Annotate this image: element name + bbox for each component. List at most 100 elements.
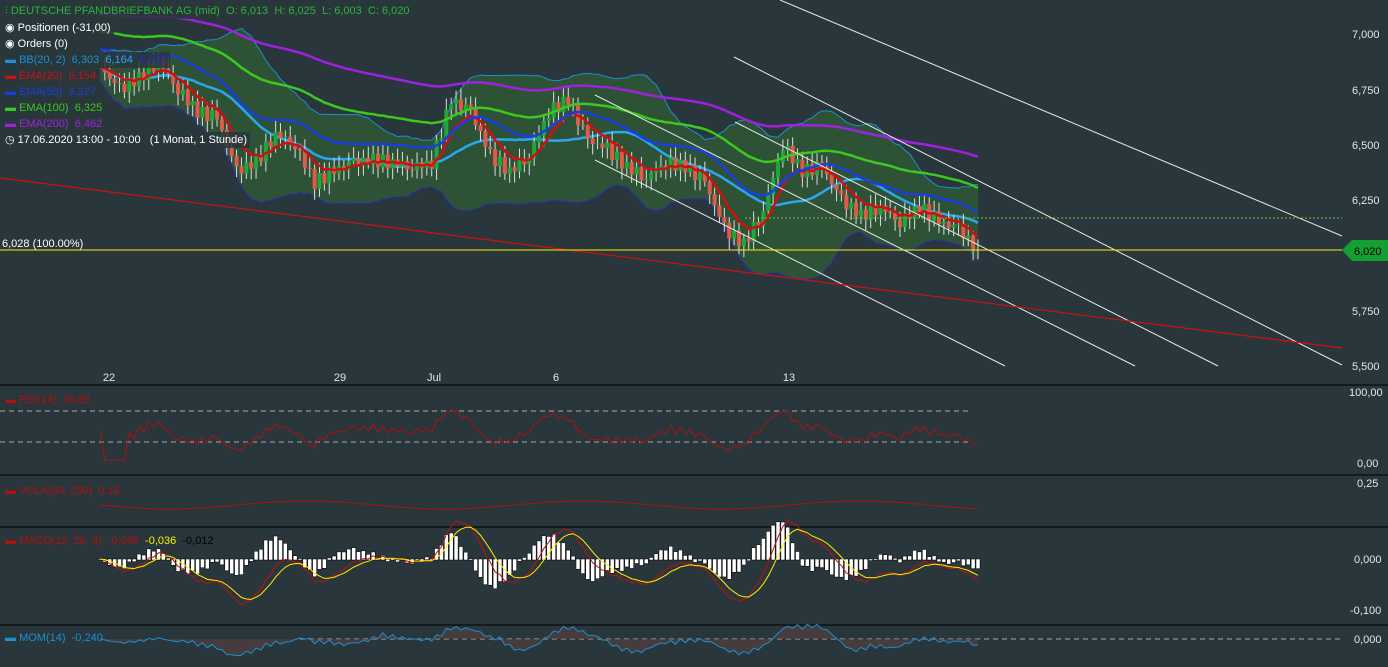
orders-toggle[interactable]: ◉ Orders (0) bbox=[2, 36, 71, 52]
macd-histogram-bar bbox=[761, 538, 766, 561]
candle-body bbox=[615, 151, 620, 160]
macd-histogram-bar bbox=[209, 558, 215, 563]
macd-signal-value: -0,036 bbox=[145, 535, 177, 547]
ema20-value: 6,154 bbox=[68, 70, 97, 82]
open-value: O: 6,013 bbox=[225, 5, 269, 17]
candle-body bbox=[941, 221, 946, 224]
macd-histogram-bar bbox=[653, 553, 659, 561]
x-tick: Jul bbox=[427, 372, 441, 384]
candle-body bbox=[580, 125, 585, 127]
rsi-value: 36,85 bbox=[63, 394, 91, 406]
candle-body bbox=[595, 143, 600, 145]
chart-canvas[interactable]: 6,020 7,000 6,750 6,500 6,250 5,750 5,50… bbox=[0, 0, 1388, 667]
candle-body bbox=[717, 205, 722, 217]
positions-toggle[interactable]: ◉ Positionen (-31,00) bbox=[2, 20, 114, 36]
macd-histogram-bar bbox=[907, 555, 912, 561]
legend-ema200[interactable]: ▬ EMA(200) 6,462 bbox=[2, 116, 106, 132]
candle-body bbox=[654, 170, 659, 173]
macd-histogram-bar bbox=[595, 558, 600, 579]
candle-body bbox=[849, 202, 854, 210]
macd-histogram-bar bbox=[717, 558, 722, 578]
macd-histogram-bar bbox=[746, 558, 751, 562]
macd-histogram-bar bbox=[224, 558, 230, 571]
candle-body bbox=[946, 221, 951, 228]
legend-mom[interactable]: ▬ MOM(14) -0,240 bbox=[2, 630, 106, 646]
legend-ema100[interactable]: ▬ EMA(100) 6,325 bbox=[2, 100, 106, 116]
macd-histogram-bar bbox=[975, 558, 981, 569]
candle-body bbox=[605, 142, 610, 148]
macd-histogram-bar bbox=[668, 546, 673, 561]
candle-body bbox=[888, 211, 893, 213]
macd-histogram-bar bbox=[639, 558, 644, 566]
last-price-label: 6,020 bbox=[1354, 246, 1382, 258]
legend-period: ◷ 17.06.2020 13:00 - 10:00 (1 Monat, 1 S… bbox=[2, 132, 251, 148]
macd-histogram-bar bbox=[946, 558, 951, 565]
legend-macd[interactable]: ▬ MACD(12, 26, 9) -0,048 -0,036 -0,012 bbox=[2, 533, 217, 549]
candle-body bbox=[619, 151, 624, 169]
macd-histogram-bar bbox=[195, 558, 200, 575]
macd-histogram-bar bbox=[287, 549, 293, 561]
ema50-label: EMA(50) bbox=[19, 86, 63, 98]
y-tick: 0,25 bbox=[1357, 478, 1378, 490]
macd-histogram-bar bbox=[658, 549, 664, 561]
macd-histogram-bar bbox=[619, 558, 625, 572]
macd-histogram-bar bbox=[190, 558, 195, 572]
macd-histogram-bar bbox=[580, 558, 586, 574]
vola-label: VOLA(30, 250) bbox=[19, 485, 93, 497]
x-tick: 6 bbox=[553, 372, 559, 384]
macd-histogram-bar bbox=[829, 558, 834, 575]
date-axis: 22 29 Jul 6 13 bbox=[103, 372, 795, 384]
macd-histogram-bar bbox=[468, 558, 473, 561]
candle-body bbox=[444, 109, 449, 138]
ema100-value: 6,325 bbox=[74, 102, 103, 114]
macd-histogram-bar bbox=[473, 558, 478, 572]
candle-body bbox=[956, 224, 961, 226]
candle-body bbox=[234, 155, 239, 167]
macd-histogram-bar bbox=[809, 558, 815, 572]
candle-body bbox=[112, 78, 117, 83]
candle-body bbox=[639, 167, 644, 181]
legend-bb[interactable]: ▬ BB(20, 2) 6,303 6,164 6,025 bbox=[2, 52, 170, 68]
bb-mid: 6,164 bbox=[105, 54, 133, 66]
candle-body bbox=[122, 83, 127, 93]
macd-histogram-bar bbox=[322, 558, 327, 569]
legend-rsi[interactable]: ▬ RSI(14) 36,85 bbox=[2, 392, 94, 408]
price-axis[interactable]: 7,000 6,750 6,500 6,250 5,750 5,500 100,… bbox=[1349, 29, 1383, 646]
macd-histogram-bar bbox=[941, 558, 947, 563]
candle-body bbox=[839, 190, 844, 195]
candle-body bbox=[644, 179, 649, 181]
candle-body bbox=[273, 131, 278, 148]
macd-histogram-bar bbox=[887, 554, 893, 561]
macd-histogram-bar bbox=[570, 555, 576, 561]
candle-body bbox=[546, 117, 551, 121]
macd-histogram-bar bbox=[805, 558, 810, 567]
macd-histogram-bar bbox=[819, 558, 825, 568]
candle-body bbox=[488, 146, 493, 150]
legend-vola[interactable]: ▬ VOLA(30, 250) 0,16 bbox=[2, 483, 123, 499]
macd-histogram-bar bbox=[785, 526, 791, 561]
macd-histogram-bar bbox=[566, 549, 571, 561]
macd-histogram-bar bbox=[512, 558, 517, 572]
ema20-label: EMA(20) bbox=[19, 70, 63, 82]
candle-body bbox=[195, 101, 200, 118]
candle-body bbox=[741, 238, 746, 246]
legend-ema20[interactable]: ▬ EMA(20) 6,154 bbox=[2, 68, 100, 84]
legend-ema50[interactable]: ▬ EMA(50) 6,227 bbox=[2, 84, 100, 100]
y-tick: 100,00 bbox=[1349, 387, 1383, 399]
candle-body bbox=[566, 96, 571, 105]
macd-histogram-bar bbox=[327, 557, 332, 561]
macd-histogram-bar bbox=[770, 524, 776, 561]
candle-body bbox=[176, 83, 181, 95]
macd-histogram-bar bbox=[253, 550, 259, 561]
macd-histogram-bar bbox=[648, 557, 654, 561]
macd-histogram-bar bbox=[478, 558, 483, 578]
macd-histogram-bar bbox=[741, 558, 747, 566]
candle-body bbox=[732, 230, 737, 239]
candle-body bbox=[190, 101, 195, 106]
macd-histogram-bar bbox=[956, 558, 961, 562]
candle-body bbox=[561, 96, 566, 113]
candle-body bbox=[297, 149, 302, 151]
macd-histogram-bar bbox=[795, 551, 800, 561]
candle-body bbox=[200, 106, 205, 118]
candle-body bbox=[868, 204, 873, 220]
